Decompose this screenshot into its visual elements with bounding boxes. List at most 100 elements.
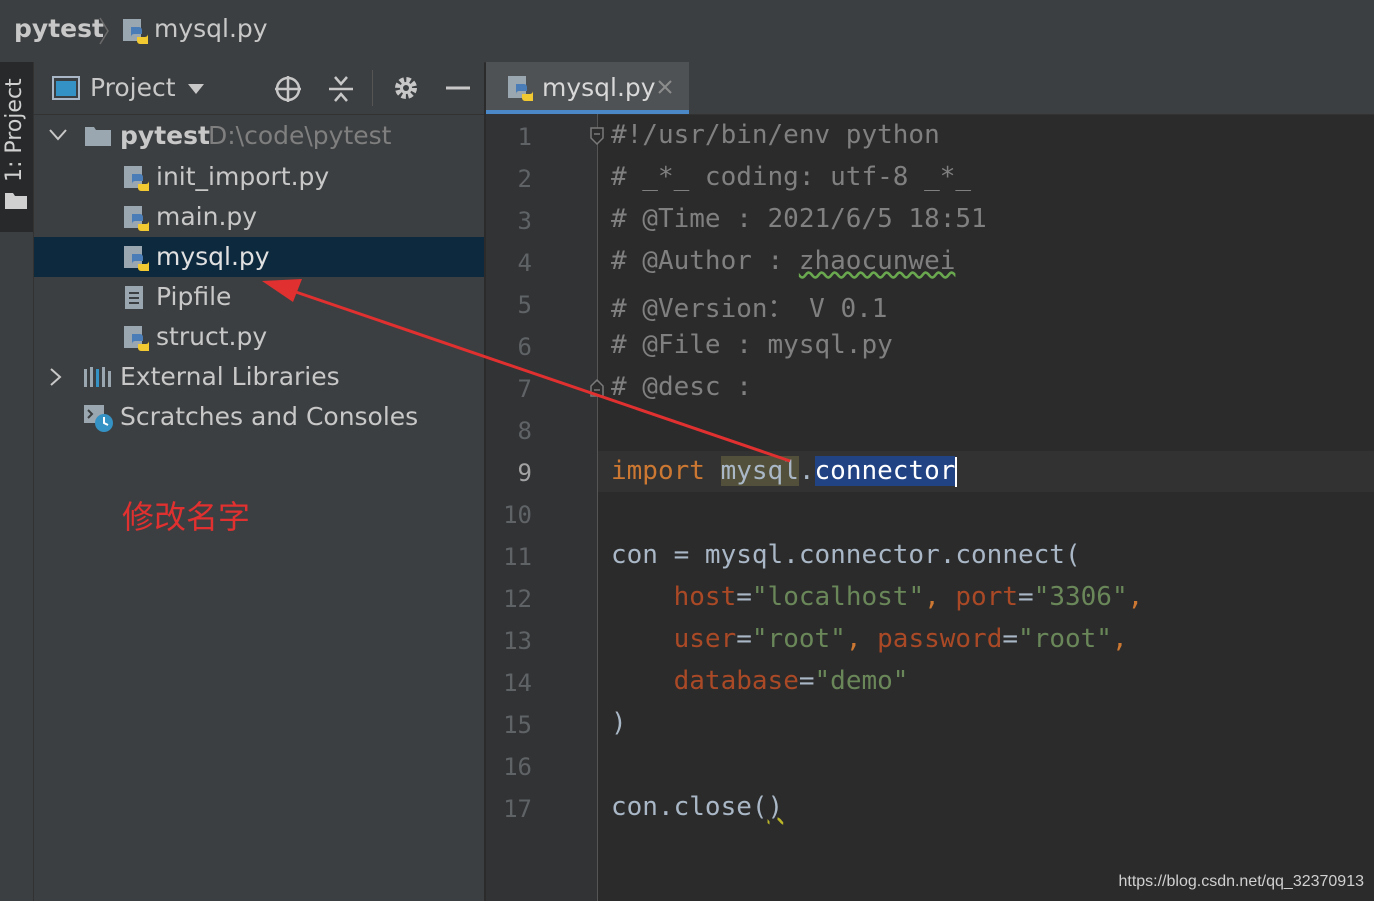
comment-text: # @Author : bbox=[611, 246, 799, 276]
annotation-label: 修改名字 bbox=[122, 498, 251, 536]
chevron-right-icon bbox=[99, 17, 109, 45]
code-text: con.close( bbox=[611, 792, 768, 822]
locate-file-icon[interactable] bbox=[273, 74, 303, 104]
code-line-12[interactable]: host="localhost", port="3306", bbox=[611, 582, 1144, 612]
code-line-4[interactable]: # @Author : zhaocunwei bbox=[611, 246, 955, 276]
dot: . bbox=[798, 456, 815, 486]
navigation-bar: pytest mysql.py bbox=[0, 0, 1374, 63]
tree-external-libraries[interactable]: External Libraries bbox=[34, 357, 484, 397]
project-panel-header: Project bbox=[34, 62, 484, 115]
string-literal: "3306" bbox=[1033, 582, 1128, 612]
library-icon bbox=[84, 367, 111, 387]
dropdown-arrow-icon[interactable] bbox=[186, 82, 206, 96]
line-number: 6 bbox=[517, 333, 532, 361]
python-file-icon bbox=[508, 76, 533, 101]
code-line-1[interactable]: #!/usr/bin/env python bbox=[611, 120, 940, 150]
line-number: 1 bbox=[517, 123, 532, 151]
tab-label: mysql.py bbox=[542, 73, 656, 102]
line-number: 10 bbox=[503, 501, 532, 529]
code-line-17[interactable]: con.close() bbox=[611, 792, 783, 822]
line-number: 3 bbox=[517, 207, 532, 235]
toolbar-separator bbox=[372, 70, 373, 106]
editor-tab-mysql[interactable]: mysql.py bbox=[486, 62, 689, 114]
editor-tab-bar: mysql.py bbox=[486, 62, 1374, 115]
file-name: main.py bbox=[156, 202, 258, 231]
line-number: 8 bbox=[517, 417, 532, 445]
tree-file-main[interactable]: main.py bbox=[34, 197, 484, 237]
tree-root-pytest[interactable]: pytest D:\code\pytest bbox=[34, 116, 484, 156]
line-number: 15 bbox=[503, 711, 532, 739]
root-folder-name: pytest bbox=[120, 121, 210, 150]
fold-marker-icon[interactable] bbox=[589, 378, 605, 398]
external-libraries-label: External Libraries bbox=[120, 362, 340, 391]
param-name: port bbox=[955, 582, 1019, 612]
line-number: 2 bbox=[517, 165, 532, 193]
string-literal: "root" bbox=[1018, 624, 1112, 654]
python-file-icon bbox=[123, 19, 148, 44]
line-number: 14 bbox=[503, 669, 532, 697]
file-name: mysql.py bbox=[156, 242, 270, 271]
line-number: 11 bbox=[503, 543, 532, 571]
close-icon[interactable] bbox=[656, 78, 674, 96]
line-number: 17 bbox=[503, 795, 532, 823]
tree-scratches[interactable]: Scratches and Consoles bbox=[34, 397, 484, 437]
line-number: 5 bbox=[517, 291, 532, 319]
code-line-11[interactable]: con = mysql.connector.connect( bbox=[611, 540, 1081, 570]
tool-window-stripe: 1: Project bbox=[0, 62, 34, 901]
python-file-icon bbox=[124, 206, 149, 231]
file-name: init_import.py bbox=[156, 162, 330, 191]
tree-file-mysql[interactable]: mysql.py bbox=[34, 237, 484, 277]
python-file-icon bbox=[124, 246, 149, 271]
line-number-gutter: 1 2 3 4 5 6 7 8 9 10 11 12 13 14 15 16 1… bbox=[486, 114, 604, 901]
project-view-selector[interactable]: Project bbox=[90, 73, 176, 102]
minimize-icon[interactable] bbox=[444, 74, 472, 102]
chevron-right-icon[interactable] bbox=[48, 367, 64, 387]
line-number: 13 bbox=[503, 627, 532, 655]
code-line-5[interactable]: # @Version： V 0.1 bbox=[611, 288, 887, 325]
breadcrumb-project[interactable]: pytest bbox=[14, 14, 104, 43]
selected-text: connector bbox=[814, 456, 956, 486]
string-literal: "root" bbox=[751, 624, 846, 654]
string-literal: "demo" bbox=[814, 666, 909, 696]
param-name: host bbox=[673, 582, 737, 612]
code-line-9[interactable]: import mysql.connector bbox=[611, 456, 958, 487]
tree-file-init-import[interactable]: init_import.py bbox=[34, 157, 484, 197]
param-name: user bbox=[673, 624, 737, 654]
watermark: https://blog.csdn.net/qq_32370913 bbox=[1118, 873, 1364, 890]
module-name: mysql bbox=[720, 456, 799, 486]
param-name: password bbox=[877, 624, 1003, 654]
folder-icon bbox=[85, 127, 111, 146]
gear-icon[interactable] bbox=[391, 73, 421, 103]
scratches-label: Scratches and Consoles bbox=[120, 402, 419, 431]
line-number: 7 bbox=[517, 375, 532, 403]
code-line-6[interactable]: # @File : mysql.py bbox=[611, 330, 893, 360]
scratches-icon bbox=[84, 405, 113, 432]
file-name: Pipfile bbox=[156, 282, 232, 311]
code-line-13[interactable]: user="root", password="root", bbox=[611, 624, 1128, 654]
line-number: 12 bbox=[503, 585, 532, 613]
typo-word: zhaocunwei bbox=[798, 246, 956, 276]
root-folder-path: D:\code\pytest bbox=[208, 121, 392, 150]
project-tool-label: 1: Project bbox=[2, 78, 27, 182]
project-tool-tab[interactable]: 1: Project bbox=[0, 62, 33, 232]
warning-paren: ) bbox=[767, 792, 784, 822]
tree-file-struct[interactable]: struct.py bbox=[34, 317, 484, 357]
code-line-2[interactable]: # _*_ coding: utf-8 _*_ bbox=[611, 162, 971, 192]
code-line-15[interactable]: ) bbox=[611, 708, 627, 738]
collapse-all-icon[interactable] bbox=[327, 74, 355, 104]
python-file-icon bbox=[124, 326, 149, 351]
param-name: database bbox=[673, 666, 799, 696]
file-name: struct.py bbox=[156, 322, 268, 351]
code-line-14[interactable]: database="demo" bbox=[611, 666, 909, 696]
tree-file-pipfile[interactable]: Pipfile bbox=[34, 277, 484, 317]
text-file-icon bbox=[125, 286, 143, 309]
folder-icon bbox=[5, 193, 27, 209]
python-file-icon bbox=[124, 166, 149, 191]
project-panel: Project pytest D:\code\pytest init_impor… bbox=[34, 62, 484, 901]
code-line-7[interactable]: # @desc : bbox=[611, 372, 752, 402]
breadcrumb-file[interactable]: mysql.py bbox=[154, 14, 268, 43]
editor-area: mysql.py 1 2 3 4 5 6 7 8 9 10 11 12 13 1… bbox=[486, 62, 1374, 901]
fold-marker-icon[interactable] bbox=[589, 126, 605, 146]
chevron-down-icon[interactable] bbox=[48, 128, 68, 142]
code-line-3[interactable]: # @Time : 2021/6/5 18:51 bbox=[611, 204, 987, 234]
